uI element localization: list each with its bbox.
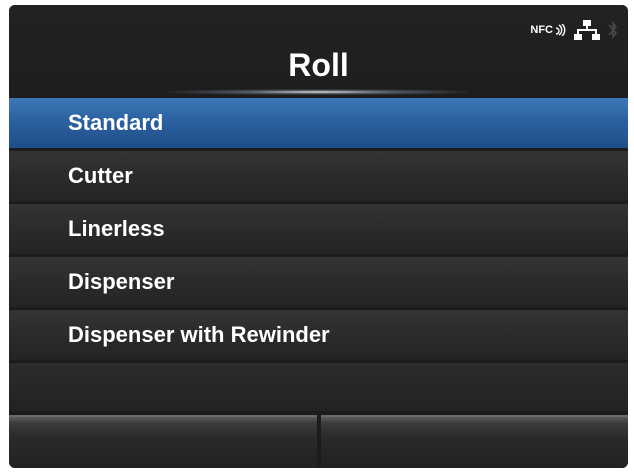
roll-mode-menu: Standard Cutter Linerless Dispenser Disp… bbox=[9, 98, 628, 363]
menu-item-standard[interactable]: Standard bbox=[9, 98, 628, 148]
menu-item-label: Cutter bbox=[68, 163, 133, 188]
nfc-waves-icon bbox=[555, 24, 566, 36]
empty-menu-row bbox=[9, 363, 628, 411]
menu-item-label: Standard bbox=[68, 110, 164, 135]
printer-lcd-screen: NFC Roll Standard Cutter Linerless Dispe… bbox=[9, 5, 628, 468]
menu-item-dispenser-with-rewinder[interactable]: Dispenser with Rewinder bbox=[9, 310, 628, 360]
left-softkey[interactable] bbox=[9, 415, 317, 468]
menu-item-cutter[interactable]: Cutter bbox=[9, 151, 628, 201]
right-softkey[interactable] bbox=[320, 415, 628, 468]
device-bezel: NFC Roll Standard Cutter Linerless Dispe… bbox=[0, 0, 634, 473]
nfc-label: NFC bbox=[530, 24, 553, 36]
screen-header: NFC Roll bbox=[9, 5, 628, 95]
bluetooth-icon bbox=[608, 20, 617, 40]
softkey-bar bbox=[9, 415, 628, 468]
menu-item-label: Dispenser with Rewinder bbox=[68, 322, 330, 347]
status-icons: NFC bbox=[530, 19, 618, 41]
network-icon bbox=[574, 20, 600, 40]
page-title: Roll bbox=[288, 47, 349, 83]
nfc-icon: NFC bbox=[530, 24, 566, 36]
menu-item-dispenser[interactable]: Dispenser bbox=[9, 257, 628, 307]
menu-item-linerless[interactable]: Linerless bbox=[9, 204, 628, 254]
menu-item-label: Linerless bbox=[68, 216, 165, 241]
menu-item-label: Dispenser bbox=[68, 269, 175, 294]
title-underline-glow bbox=[169, 89, 469, 95]
